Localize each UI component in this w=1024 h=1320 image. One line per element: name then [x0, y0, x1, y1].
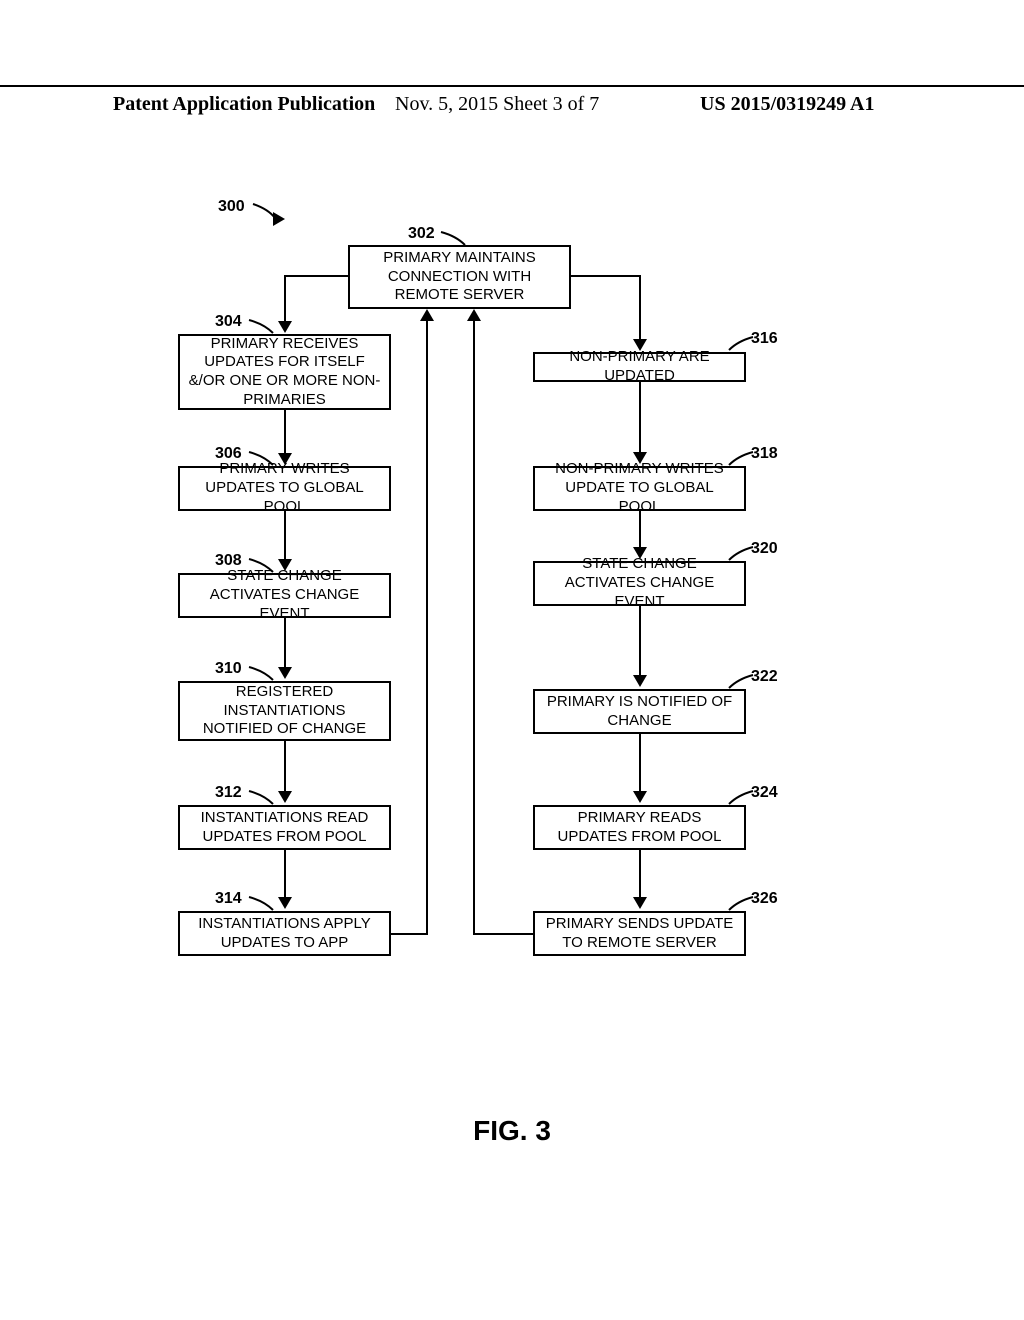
ref-318: 318 — [751, 445, 778, 463]
ah-324-326 — [633, 897, 647, 909]
figure-caption: FIG. 3 — [0, 1115, 1024, 1147]
ah-326-ret — [467, 309, 481, 321]
node-312: INSTANTIATIONS READ UPDATES FROM POOL — [178, 805, 391, 850]
seg-308-310 — [284, 618, 286, 669]
ref-302: 302 — [408, 225, 435, 243]
seg-302-304-h — [284, 275, 348, 277]
ah-306-308 — [278, 559, 292, 571]
seg-326-ret-v — [473, 321, 475, 935]
node-326: PRIMARY SENDS UPDATE TO REMOTE SERVER — [533, 911, 746, 956]
header-left: Patent Application Publication — [113, 93, 375, 116]
ah-302-304 — [278, 321, 292, 333]
node-306: PRIMARY WRITES UPDATES TO GLOBAL POOL — [178, 466, 391, 511]
seg-326-ret-h — [473, 933, 533, 935]
seg-324-326 — [639, 850, 641, 899]
flowchart-diagram: 300 302 304 306 308 310 312 314 316 318 … — [113, 190, 913, 1090]
ref-320: 320 — [751, 540, 778, 558]
ref-300: 300 — [218, 198, 245, 216]
header-right: US 2015/0319249 A1 — [700, 93, 874, 116]
seg-316-318 — [639, 382, 641, 454]
ah-318-320 — [633, 547, 647, 559]
seg-304-306 — [284, 410, 286, 455]
ref-316: 316 — [751, 330, 778, 348]
ah-316-318 — [633, 452, 647, 464]
seg-322-324 — [639, 734, 641, 793]
ref-322: 322 — [751, 668, 778, 686]
ah-320-322 — [633, 675, 647, 687]
node-314: INSTANTIATIONS APPLY UPDATES TO APP — [178, 911, 391, 956]
node-304: PRIMARY RECEIVES UPDATES FOR ITSELF &/OR… — [178, 334, 391, 410]
node-318: NON-PRIMARY WRITES UPDATE TO GLOBAL POOL — [533, 466, 746, 511]
ah-314-ret — [420, 309, 434, 321]
ah-308-310 — [278, 667, 292, 679]
ref-314: 314 — [215, 890, 242, 908]
ref-304: 304 — [215, 313, 242, 331]
seg-318-320 — [639, 511, 641, 549]
node-316: NON-PRIMARY ARE UPDATED — [533, 352, 746, 382]
seg-314-ret-h — [391, 933, 426, 935]
ah-312-314 — [278, 897, 292, 909]
seg-302-316-h — [571, 275, 639, 277]
header-mid: Nov. 5, 2015 Sheet 3 of 7 — [395, 93, 599, 116]
page-header: Patent Application Publication Nov. 5, 2… — [0, 85, 1024, 93]
node-302: PRIMARY MAINTAINS CONNECTION WITH REMOTE… — [348, 245, 571, 309]
ref-312: 312 — [215, 784, 242, 802]
seg-302-316-v — [639, 275, 641, 341]
seg-310-312 — [284, 741, 286, 793]
seg-306-308 — [284, 511, 286, 561]
node-308: STATE CHANGE ACTIVATES CHANGE EVENT — [178, 573, 391, 618]
ah-304-306 — [278, 453, 292, 465]
seg-320-322 — [639, 606, 641, 677]
node-310: REGISTERED INSTANTIATIONS NOTIFIED OF CH… — [178, 681, 391, 741]
arrowhead-300 — [273, 212, 285, 226]
node-322: PRIMARY IS NOTIFIED OF CHANGE — [533, 689, 746, 734]
ref-324: 324 — [751, 784, 778, 802]
seg-314-ret-v — [426, 321, 428, 935]
node-324: PRIMARY READS UPDATES FROM POOL — [533, 805, 746, 850]
ref-310: 310 — [215, 660, 242, 678]
ah-322-324 — [633, 791, 647, 803]
seg-312-314 — [284, 850, 286, 899]
seg-302-304-v — [284, 275, 286, 323]
node-320: STATE CHANGE ACTIVATES CHANGE EVENT — [533, 561, 746, 606]
ah-302-316 — [633, 339, 647, 351]
ah-310-312 — [278, 791, 292, 803]
ref-326: 326 — [751, 890, 778, 908]
